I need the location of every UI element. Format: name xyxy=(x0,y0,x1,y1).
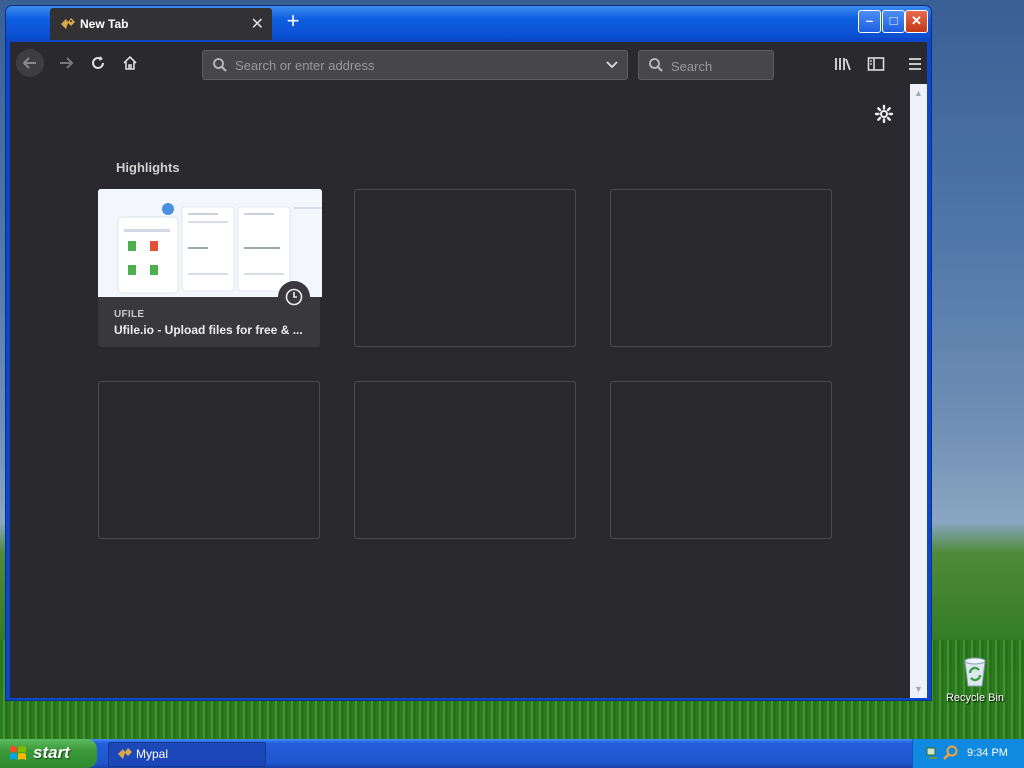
library-button[interactable] xyxy=(829,50,857,78)
forward-button[interactable] xyxy=(52,49,80,77)
network-icon[interactable] xyxy=(925,745,939,761)
taskbar-item-mypal[interactable]: Mypal xyxy=(108,742,266,767)
reload-button[interactable] xyxy=(84,49,112,77)
search-input[interactable] xyxy=(669,55,769,77)
vertical-scrollbar[interactable]: ▲ ▼ xyxy=(910,84,927,698)
home-button[interactable] xyxy=(116,49,144,77)
navigation-toolbar xyxy=(10,42,927,84)
search-icon xyxy=(213,58,227,72)
highlight-site: UFILE xyxy=(114,309,145,320)
empty-highlight-slot xyxy=(354,381,576,539)
sidebar-button[interactable] xyxy=(862,50,890,78)
start-label: start xyxy=(33,743,70,762)
chevron-down-icon[interactable] xyxy=(605,60,619,70)
menu-button[interactable] xyxy=(901,50,929,78)
forward-arrow-icon xyxy=(60,57,74,69)
empty-highlight-slot xyxy=(610,189,832,347)
start-button[interactable]: start xyxy=(0,739,97,768)
home-icon xyxy=(123,55,137,70)
tab-close-icon[interactable]: ✕ xyxy=(251,14,264,34)
maximize-button[interactable]: □ xyxy=(882,10,905,33)
sidebar-icon xyxy=(867,57,885,71)
recycle-bin-label: Recycle Bin xyxy=(945,692,1005,704)
scroll-down-icon[interactable]: ▼ xyxy=(910,682,927,696)
empty-highlight-slot xyxy=(98,381,320,539)
mypal-favicon-icon xyxy=(118,748,132,759)
address-input[interactable] xyxy=(233,54,597,76)
taskbar: start Mypal 9:34 PM xyxy=(0,739,1024,768)
new-tab-page: Highlights UFILE Ufile.io - Upload files… xyxy=(10,84,910,698)
close-button[interactable]: ✕ xyxy=(905,10,928,33)
scroll-up-icon[interactable]: ▲ xyxy=(910,86,927,100)
tab-new-tab[interactable]: New Tab ✕ xyxy=(50,8,272,40)
search-tray-icon[interactable] xyxy=(943,745,959,761)
search-bar[interactable] xyxy=(638,50,774,80)
title-bar[interactable]: New Tab ✕ + – □ ✕ xyxy=(6,6,931,40)
minimize-button[interactable]: – xyxy=(858,10,881,33)
new-tab-button[interactable]: + xyxy=(281,9,305,33)
address-bar[interactable] xyxy=(202,50,628,80)
browser-window: New Tab ✕ + – □ ✕ Search or enter addres… xyxy=(6,6,931,700)
windows-logo-icon xyxy=(10,746,26,760)
library-icon xyxy=(835,58,851,71)
recent-history-clock-icon xyxy=(278,281,310,313)
system-tray: 9:34 PM xyxy=(912,739,1024,768)
recycle-bin-icon xyxy=(964,657,986,687)
search-icon xyxy=(649,58,663,72)
taskbar-item-label: Mypal xyxy=(136,747,169,761)
tab-title: New Tab xyxy=(80,17,129,31)
empty-highlight-slot xyxy=(354,189,576,347)
back-button[interactable] xyxy=(16,49,44,77)
highlight-card[interactable]: UFILE Ufile.io - Upload files for free &… xyxy=(98,189,322,347)
menu-icon xyxy=(909,58,921,70)
reload-icon xyxy=(92,56,104,69)
highlights-heading: Highlights xyxy=(116,160,180,175)
gear-icon[interactable] xyxy=(874,104,894,124)
mypal-favicon-icon xyxy=(61,18,75,29)
recycle-bin[interactable]: Recycle Bin xyxy=(942,655,1008,704)
back-arrow-icon xyxy=(22,57,36,69)
clock: 9:34 PM xyxy=(967,747,1008,759)
highlight-title: Ufile.io - Upload files for free & ... xyxy=(114,323,303,337)
empty-highlight-slot xyxy=(610,381,832,539)
